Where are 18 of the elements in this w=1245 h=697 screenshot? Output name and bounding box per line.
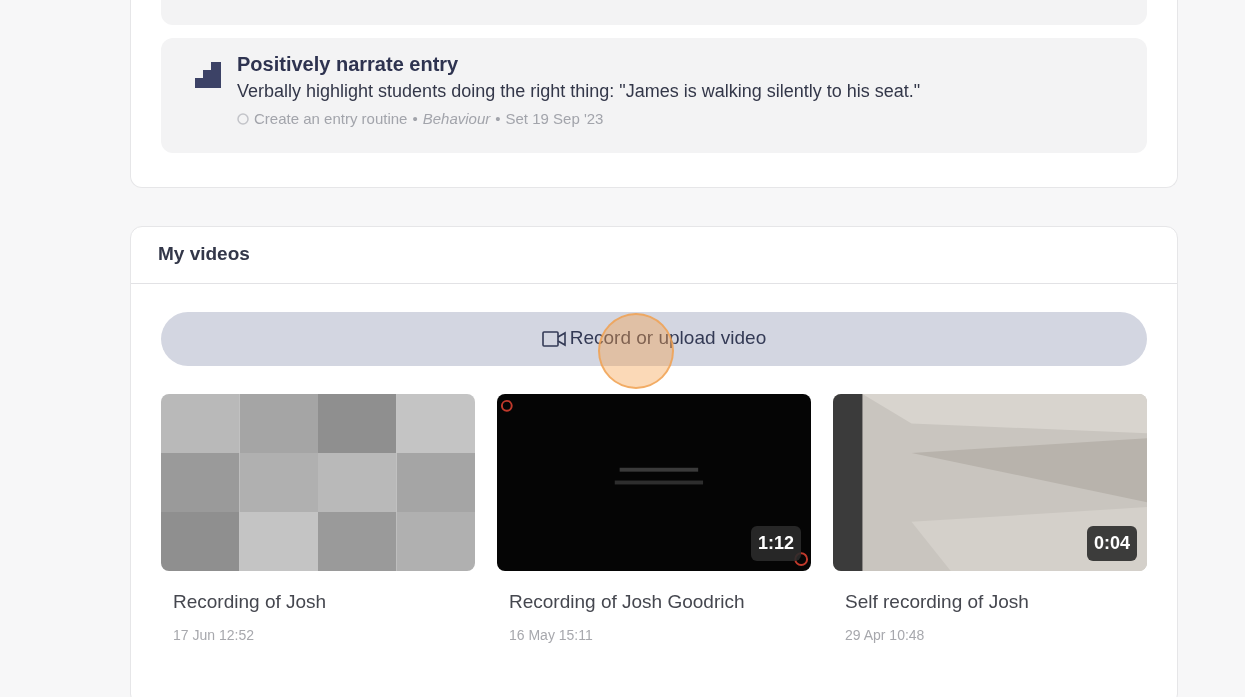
panel-title: My videos [158, 242, 250, 267]
duration-badge: 1:12 [750, 525, 801, 561]
steps-icon [195, 62, 221, 88]
duration-badge: 0:04 [1086, 525, 1137, 561]
item-description: Verbally highlight students doing the right thing: "James is walking silently to his seat." [237, 80, 921, 103]
video-camera-icon [541, 330, 566, 347]
video-title: Recording of Josh [173, 589, 328, 614]
video-date: 16 May 15:11 [509, 626, 594, 645]
item-meta: Behaviour [422, 109, 491, 129]
item-meta: Set 19 Sep '23 [505, 109, 604, 129]
separator-dot: • [495, 109, 501, 129]
item-title: Positively narrate entry [237, 52, 460, 77]
video-date: 29 Apr 10:48 [845, 626, 926, 645]
item-meta: Create an entry routine [254, 109, 408, 129]
video-title: Recording of Josh Goodrich [509, 589, 746, 614]
separator-dot: • [412, 109, 418, 129]
video-title: Self recording of Josh [845, 589, 1030, 614]
video-date: 17 Jun 12:52 [173, 626, 255, 645]
